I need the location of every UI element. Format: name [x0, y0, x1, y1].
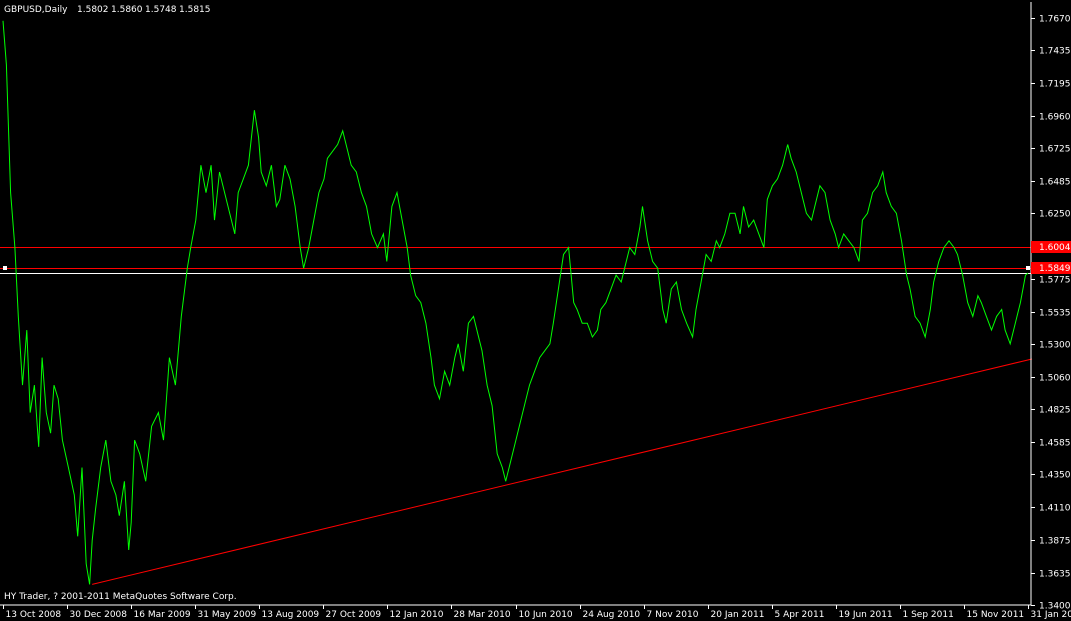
price-chart[interactable]: 1.7670 1.7435 1.7195 1.6960 1.6725 1.6485 1.62…	[0, 0, 1071, 621]
time-tick-label: 5 Apr 2011	[775, 610, 825, 620]
time-tick-label: 28 Mar 2010	[454, 610, 511, 620]
time-tick-label: 27 Oct 2009	[326, 610, 382, 620]
time-tick-label: 31 Jan 201	[1031, 610, 1071, 620]
chart-window[interactable]: 1.7670 1.7435 1.7195 1.6960 1.6725 1.6485 1.62…	[0, 0, 1071, 621]
time-tick-label: 10 Jun 2010	[519, 610, 573, 620]
price-tick-label: 1.3875	[1039, 537, 1071, 547]
price-tick-label: 1.6725	[1039, 145, 1071, 155]
line-handle-left[interactable]	[3, 266, 7, 270]
time-tick-label: 24 Aug 2010	[583, 610, 641, 620]
price-tick-label: 1.5060	[1039, 374, 1071, 384]
price-tick-label: 1.4825	[1039, 406, 1071, 416]
time-tick-label: 30 Dec 2008	[70, 610, 128, 620]
price-tick-label: 1.5775	[1039, 276, 1071, 286]
chart-background	[0, 0, 1071, 621]
price-tick-label: 1.5535	[1039, 309, 1071, 319]
copyright-text: HY Trader, ? 2001-2011 MetaQuotes Softwa…	[4, 592, 237, 602]
time-tick-label: 1 Sep 2011	[903, 610, 954, 620]
time-tick-label: 7 Nov 2010	[647, 610, 699, 620]
horizontal-line-label: 1.6004	[1039, 243, 1071, 253]
line-handle-right[interactable]	[1026, 266, 1030, 270]
price-tick-label: 1.4585	[1039, 439, 1071, 449]
time-tick-label: 20 Jan 2011	[711, 610, 765, 620]
price-tick-label: 1.5300	[1039, 341, 1071, 351]
horizontal-line-label: 1.5849	[1039, 264, 1071, 274]
time-tick-label: 31 May 2009	[198, 610, 257, 620]
high-value: 1.5860	[111, 5, 143, 15]
price-tick-label: 1.7195	[1039, 80, 1071, 90]
price-tick-label: 1.4110	[1039, 504, 1071, 514]
price-tick-label: 1.6485	[1039, 178, 1071, 188]
time-tick-label: 15 Nov 2011	[967, 610, 1025, 620]
time-tick-label: 19 Jun 2011	[839, 610, 893, 620]
price-tick-label: 1.6250	[1039, 210, 1071, 220]
low-value: 1.5748	[145, 5, 177, 15]
price-tick-label: 1.7435	[1039, 47, 1071, 57]
chart-symbol: GBPUSD,Daily	[4, 5, 68, 15]
time-tick-label: 16 Mar 2009	[134, 610, 191, 620]
price-tick-label: 1.3635	[1039, 570, 1071, 580]
price-tick-label: 1.6960	[1039, 113, 1071, 123]
time-tick-label: 13 Oct 2008	[6, 610, 62, 620]
time-tick-label: 12 Jan 2010	[390, 610, 444, 620]
price-tick-label: 1.7670	[1039, 15, 1071, 25]
time-tick-label: 13 Aug 2009	[262, 610, 320, 620]
price-tick-label: 1.4350	[1039, 471, 1071, 481]
open-value: 1.5802	[77, 5, 109, 15]
close-value: 1.5815	[179, 5, 211, 15]
